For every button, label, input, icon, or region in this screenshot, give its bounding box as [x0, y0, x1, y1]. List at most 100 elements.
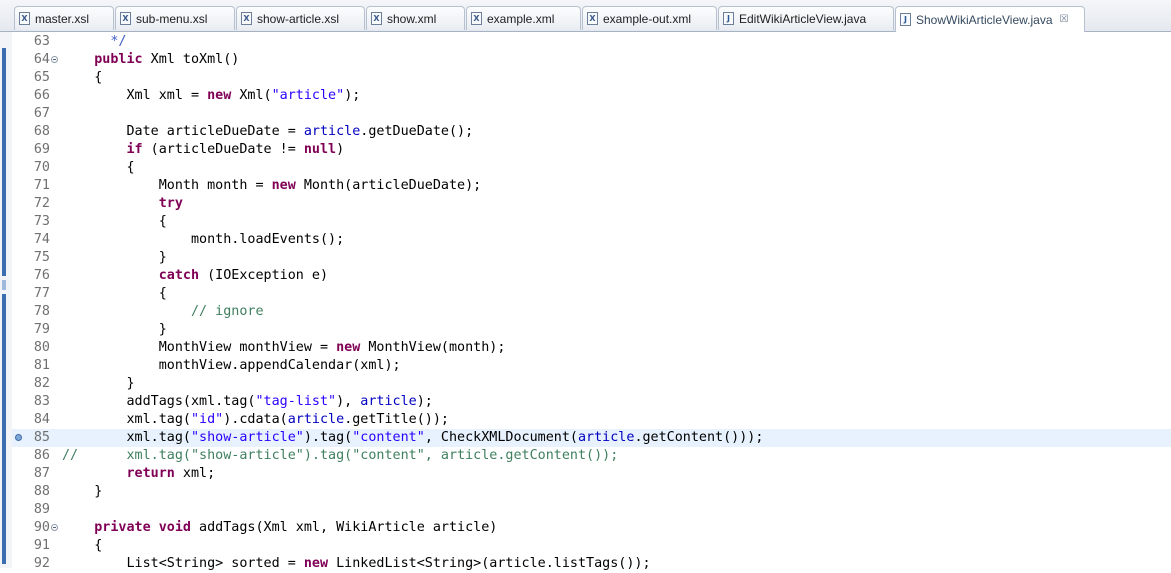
code-token: MonthView(month);	[360, 340, 506, 355]
code-text[interactable]: Xml xml = new Xml("article");	[62, 87, 360, 105]
code-text[interactable]: {	[62, 213, 167, 231]
code-line[interactable]: 69 if (articleDueDate != null)	[12, 141, 1171, 159]
code-line[interactable]: 77 {	[12, 285, 1171, 303]
line-number: 91	[33, 538, 50, 553]
code-token: (IOException e)	[199, 268, 329, 283]
code-line[interactable]: 67	[12, 105, 1171, 123]
code-line[interactable]: 84 xml.tag("id").cdata(article.getTitle(…	[12, 411, 1171, 429]
code-line[interactable]: 66 Xml xml = new Xml("article");	[12, 87, 1171, 105]
code-text[interactable]: catch (IOException e)	[62, 267, 328, 285]
code-line[interactable]: 83 addTags(xml.tag("tag-list"), article)…	[12, 393, 1171, 411]
code-text[interactable]: // xml.tag("show-article").tag("content"…	[62, 447, 618, 465]
tab-master-xsl[interactable]: Xmaster.xsl	[14, 6, 114, 30]
code-text[interactable]: return xml;	[62, 465, 216, 483]
code-line[interactable]: 80 MonthView monthView = new MonthView(m…	[12, 339, 1171, 357]
code-line[interactable]: 82 }	[12, 375, 1171, 393]
tab-show-xml[interactable]: Xshow.xml	[366, 6, 465, 30]
code-token: LinkedList<String>(article.listTags());	[328, 556, 651, 571]
line-number: 80	[33, 340, 50, 355]
tab-showwikiarticleview-java[interactable]: J ShowWikiArticleView.java ☒	[895, 6, 1085, 32]
code-line[interactable]: 91 {	[12, 537, 1171, 555]
code-line[interactable]: 70 {	[12, 159, 1171, 177]
code-text[interactable]: if (articleDueDate != null)	[62, 141, 345, 159]
code-token: return	[126, 466, 175, 481]
code-text[interactable]: monthView.appendCalendar(xml);	[62, 357, 401, 375]
code-line[interactable]: 74 month.loadEvents();	[12, 231, 1171, 249]
code-line[interactable]: 90 private void addTags(Xml xml, WikiArt…	[12, 519, 1171, 537]
code-text[interactable]: Date articleDueDate = article.getDueDate…	[62, 123, 473, 141]
code-line[interactable]: 68 Date articleDueDate = article.getDueD…	[12, 123, 1171, 141]
code-text[interactable]: public Xml toXml()	[62, 51, 239, 69]
code-token: }	[62, 250, 167, 265]
code-text[interactable]: {	[62, 537, 102, 555]
code-text[interactable]: addTags(xml.tag("tag-list"), article);	[62, 393, 432, 411]
line-number: 73	[33, 214, 50, 229]
code-text[interactable]: }	[62, 249, 167, 267]
code-line[interactable]: 72 try	[12, 195, 1171, 213]
tab-editwikiarticleview-java[interactable]: J EditWikiArticleView.java	[718, 6, 894, 30]
code-line[interactable]: 78 // ignore	[12, 303, 1171, 321]
code-text[interactable]: xml.tag("show-article").tag("content", C…	[62, 429, 763, 447]
tab-example-out-xml[interactable]: Xexample-out.xml	[582, 6, 717, 30]
code-token: "tag-list"	[255, 394, 337, 409]
code-line[interactable]: 88 }	[12, 483, 1171, 501]
line-number: 69	[33, 142, 50, 157]
code-token: */	[62, 34, 127, 49]
code-token: try	[158, 196, 183, 211]
collapse-fold-icon[interactable]	[51, 524, 58, 531]
code-text[interactable]: month.loadEvents();	[62, 231, 344, 249]
code-line[interactable]: 92 List<String> sorted = new LinkedList<…	[12, 555, 1171, 573]
code-text[interactable]: try	[62, 195, 183, 213]
breakpoint-marker-icon[interactable]	[15, 434, 22, 441]
code-text[interactable]: List<String> sorted = new LinkedList<Str…	[62, 555, 651, 573]
close-tab-icon[interactable]: ☒	[1060, 14, 1069, 25]
tab-sub-menu-xsl[interactable]: Xsub-menu.xsl	[115, 6, 235, 30]
code-line[interactable]: 73 {	[12, 213, 1171, 231]
code-line[interactable]: 65 {	[12, 69, 1171, 87]
code-text[interactable]: }	[62, 375, 134, 393]
code-token: private	[94, 520, 151, 535]
ruler-annotation-mark[interactable]	[2, 280, 6, 290]
code-line[interactable]: 89	[12, 501, 1171, 519]
code-text[interactable]: {	[62, 285, 167, 303]
code-line[interactable]: 76 catch (IOException e)	[12, 267, 1171, 285]
collapse-fold-icon[interactable]	[51, 56, 58, 63]
code-token: List<String> sorted =	[62, 556, 304, 571]
tab-show-article-xsl[interactable]: Xshow-article.xsl	[236, 6, 365, 30]
code-line[interactable]: 75 }	[12, 249, 1171, 267]
code-text[interactable]: MonthView monthView = new MonthView(mont…	[62, 339, 506, 357]
code-line[interactable]: 64 public Xml toXml()	[12, 51, 1171, 69]
code-text[interactable]: }	[62, 321, 167, 339]
code-token: addTags(Xml xml, WikiArticle article)	[191, 520, 498, 535]
code-line[interactable]: 71 Month month = new Month(articleDueDat…	[12, 177, 1171, 195]
code-text[interactable]: xml.tag("id").cdata(article.getTitle());	[62, 411, 449, 429]
code-token: {	[62, 538, 103, 553]
current-code-line[interactable]: 85 xml.tag("show-article").tag("content"…	[12, 429, 1171, 447]
code-text[interactable]: {	[62, 159, 134, 177]
code-line[interactable]: 86 // xml.tag("show-article").tag("conten…	[12, 447, 1171, 465]
code-text[interactable]: Month month = new Month(articleDueDate);	[62, 177, 482, 195]
code-text[interactable]: }	[62, 483, 102, 501]
code-text[interactable]: */	[62, 33, 127, 51]
code-token: // xml.tag("show-article").tag("content"…	[62, 448, 619, 463]
java-code-editor[interactable]: 63 */64 public Xml toXml() 65 {66 Xml xml…	[12, 33, 1171, 573]
code-token: .getTitle());	[344, 412, 449, 427]
ruler-annotation-mark[interactable]	[2, 48, 6, 276]
tab-example-xml[interactable]: Xexample.xml	[466, 6, 581, 30]
code-text[interactable]: {	[62, 69, 102, 87]
line-number: 89	[33, 502, 50, 517]
tab-label: example-out.xml	[603, 11, 692, 26]
code-line[interactable]: 87 return xml;	[12, 465, 1171, 483]
xml-file-icon: X	[19, 12, 30, 25]
code-text[interactable]: private void addTags(Xml xml, WikiArticl…	[62, 519, 497, 537]
code-line[interactable]: 79 }	[12, 321, 1171, 339]
ruler-annotation-mark[interactable]	[2, 294, 6, 564]
code-line[interactable]: 81 monthView.appendCalendar(xml);	[12, 357, 1171, 375]
tab-label: show-article.xsl	[257, 11, 340, 26]
code-line[interactable]: 63 */	[12, 33, 1171, 51]
code-text[interactable]: // ignore	[62, 303, 264, 321]
